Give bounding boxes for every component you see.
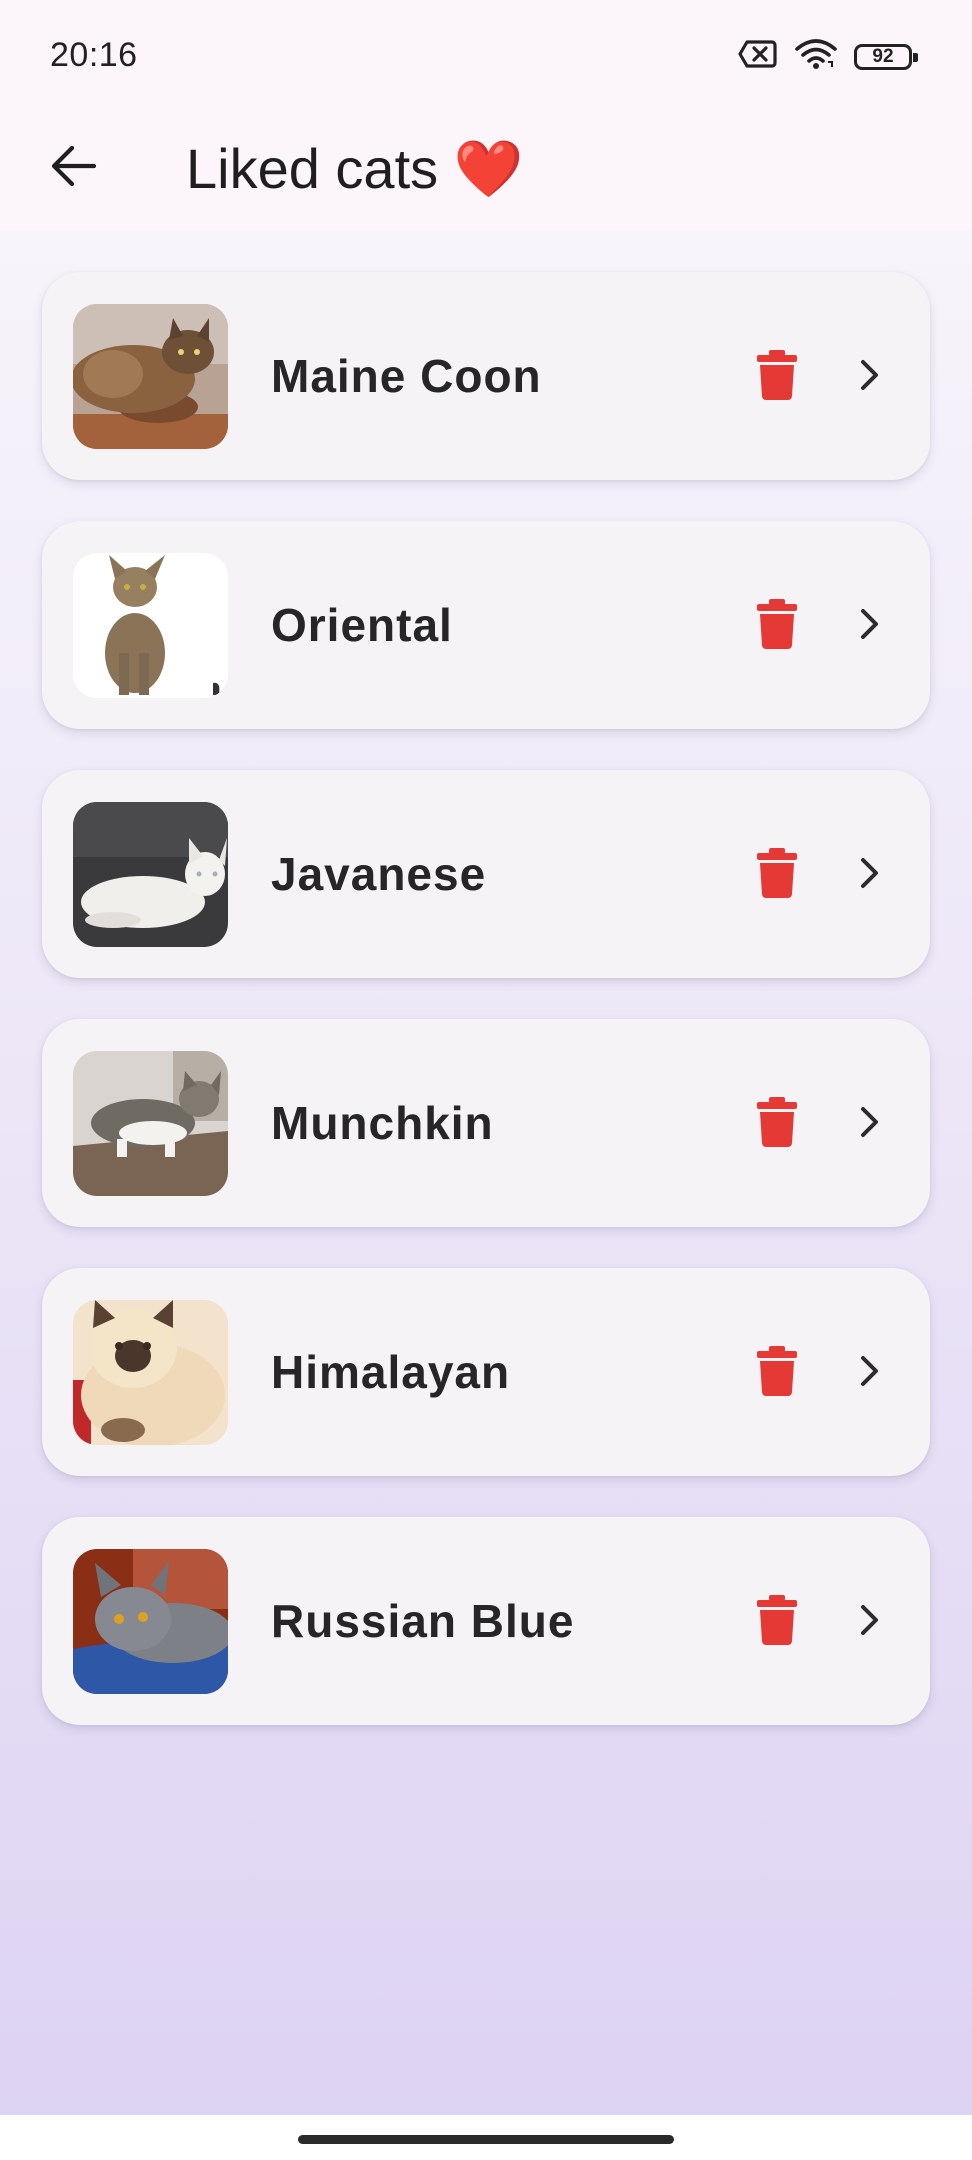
open-details-button[interactable] [842, 1089, 898, 1159]
arrow-left-icon [50, 144, 98, 193]
delete-button[interactable] [742, 1587, 812, 1657]
cat-card-russian-blue[interactable]: Russian Blue [42, 1517, 930, 1725]
app-bar: Liked cats ❤️ [0, 110, 972, 230]
cat-photo [73, 1051, 228, 1196]
cat-photo [73, 304, 228, 449]
cat-name: Javanese [271, 848, 487, 900]
sim-off-icon [738, 39, 778, 74]
cat-name: Oriental [271, 599, 453, 651]
status-bar: 20:16 92 [0, 0, 972, 110]
trash-icon [757, 1096, 797, 1152]
chevron-right-icon [859, 1105, 881, 1144]
cat-card-maine-coon[interactable]: Maine Coon [42, 272, 930, 480]
open-details-button[interactable] [842, 591, 898, 661]
open-details-button[interactable] [842, 1587, 898, 1657]
trash-icon [757, 1594, 797, 1650]
open-details-button[interactable] [842, 840, 898, 910]
chevron-right-icon [859, 1603, 881, 1642]
liked-cats-list: Maine Coon Oriental Javanese Munchkin Hi… [42, 272, 930, 1766]
cat-name: Himalayan [271, 1346, 511, 1398]
chevron-right-icon [859, 1354, 881, 1393]
cat-card-himalayan[interactable]: Himalayan [42, 1268, 930, 1476]
cat-photo [73, 1300, 228, 1445]
chevron-right-icon [859, 607, 881, 646]
trash-icon [757, 847, 797, 903]
cat-card-javanese[interactable]: Javanese [42, 770, 930, 978]
cat-photo [73, 802, 228, 947]
status-icons: 92 [738, 38, 918, 75]
open-details-button[interactable] [842, 342, 898, 412]
status-time: 20:16 [50, 36, 138, 74]
cat-name: Munchkin [271, 1097, 494, 1149]
delete-button[interactable] [742, 1089, 812, 1159]
cat-photo [73, 553, 228, 698]
chevron-right-icon [859, 358, 881, 397]
cat-name: Maine Coon [271, 350, 542, 402]
trash-icon [757, 1345, 797, 1401]
wifi-icon [794, 38, 838, 75]
cat-photo [73, 1549, 228, 1694]
cat-card-munchkin[interactable]: Munchkin [42, 1019, 930, 1227]
trash-icon [757, 598, 797, 654]
cat-card-oriental[interactable]: Oriental [42, 521, 930, 729]
open-details-button[interactable] [842, 1338, 898, 1408]
gesture-nav-bar [0, 2115, 972, 2160]
trash-icon [757, 349, 797, 405]
page-title: Liked cats ❤️ [186, 137, 524, 200]
cat-name: Russian Blue [271, 1595, 575, 1647]
battery-icon: 92 [854, 43, 918, 70]
chevron-right-icon [859, 856, 881, 895]
delete-button[interactable] [742, 342, 812, 412]
delete-button[interactable] [742, 840, 812, 910]
delete-button[interactable] [742, 1338, 812, 1408]
home-indicator[interactable] [298, 2135, 674, 2144]
back-button[interactable] [34, 128, 114, 208]
delete-button[interactable] [742, 591, 812, 661]
